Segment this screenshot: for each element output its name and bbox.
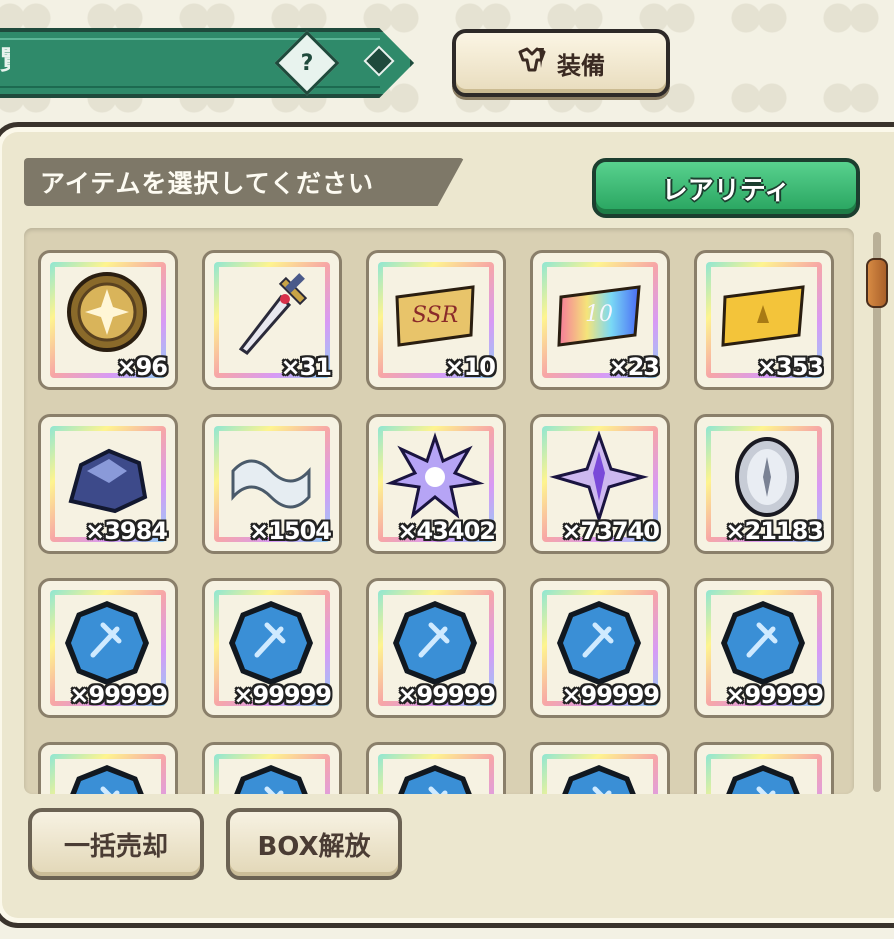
item-count: ×3984 bbox=[85, 517, 168, 545]
armor-icon bbox=[517, 46, 547, 80]
blue-gem-icon bbox=[385, 759, 485, 794]
item-count: ×31 bbox=[280, 353, 332, 381]
item-slot[interactable]: ×31 bbox=[202, 250, 342, 390]
header-banner bbox=[0, 28, 414, 98]
equip-label: 装備 bbox=[557, 51, 605, 80]
blue-gem-icon bbox=[57, 759, 157, 794]
bulk-sell-button[interactable]: 一括売却 bbox=[28, 808, 204, 880]
item-count: ×99999 bbox=[561, 681, 660, 709]
blue-gem-icon bbox=[57, 595, 157, 685]
sword-icon bbox=[221, 267, 321, 357]
item-count: ×96 bbox=[116, 353, 168, 381]
item-grid: ×96 ×31 SSR ×10 10 ×23 ×353 ×3984 ×1504 ×43402 ×73… bbox=[24, 228, 854, 794]
rarity-sort-button[interactable]: レアリティ bbox=[592, 158, 860, 218]
gold-ticket-icon bbox=[713, 267, 813, 357]
item-slot[interactable] bbox=[366, 742, 506, 794]
silver-coin-icon bbox=[713, 431, 813, 521]
item-count: ×23 bbox=[608, 353, 660, 381]
item-count: ×353 bbox=[756, 353, 824, 381]
blue-gem-icon bbox=[549, 759, 649, 794]
item-slot[interactable]: ×99999 bbox=[202, 578, 342, 718]
item-slot[interactable]: SSR ×10 bbox=[366, 250, 506, 390]
equip-button[interactable]: 装備 bbox=[452, 29, 670, 97]
item-slot[interactable]: ×3984 bbox=[38, 414, 178, 554]
header-title-fragment: 覧 bbox=[0, 40, 10, 80]
item-slot[interactable]: 10 ×23 bbox=[530, 250, 670, 390]
scrollbar-track[interactable] bbox=[873, 232, 881, 792]
item-slot[interactable] bbox=[202, 742, 342, 794]
item-count: ×99999 bbox=[233, 681, 332, 709]
item-slot[interactable]: ×99999 bbox=[530, 578, 670, 718]
rainbow-10-ticket-icon: 10 bbox=[549, 267, 649, 357]
item-slot[interactable]: ×21183 bbox=[694, 414, 834, 554]
blue-gem-icon bbox=[713, 759, 813, 794]
item-slot[interactable]: ×73740 bbox=[530, 414, 670, 554]
item-slot[interactable]: ×96 bbox=[38, 250, 178, 390]
item-count: ×10 bbox=[444, 353, 496, 381]
item-slot[interactable]: ×43402 bbox=[366, 414, 506, 554]
svg-text:SSR: SSR bbox=[412, 303, 458, 328]
scrollbar-thumb[interactable] bbox=[866, 258, 888, 308]
item-count: ×43402 bbox=[397, 517, 496, 545]
item-slot[interactable] bbox=[530, 742, 670, 794]
item-count: ×99999 bbox=[69, 681, 168, 709]
item-slot[interactable] bbox=[694, 742, 834, 794]
help-icon: ? bbox=[300, 50, 314, 76]
item-count: ×1504 bbox=[249, 517, 332, 545]
ore-icon bbox=[57, 431, 157, 521]
cloth-icon bbox=[221, 431, 321, 521]
item-slot[interactable]: ×1504 bbox=[202, 414, 342, 554]
blue-gem-icon bbox=[713, 595, 813, 685]
star-burst-crystal-icon bbox=[385, 431, 485, 521]
item-slot[interactable] bbox=[38, 742, 178, 794]
item-slot[interactable]: ×99999 bbox=[694, 578, 834, 718]
item-slot[interactable]: ×353 bbox=[694, 250, 834, 390]
ssr-ticket-icon: SSR bbox=[385, 267, 485, 357]
gold-medal-icon bbox=[57, 267, 157, 357]
item-slot[interactable]: ×99999 bbox=[366, 578, 506, 718]
item-count: ×99999 bbox=[397, 681, 496, 709]
item-count: ×21183 bbox=[725, 517, 824, 545]
instruction-text: アイテムを選択してください bbox=[40, 169, 375, 198]
item-count: ×99999 bbox=[725, 681, 824, 709]
purple-star-crystal-icon bbox=[549, 430, 649, 525]
blue-gem-icon bbox=[385, 595, 485, 685]
item-count: ×73740 bbox=[561, 517, 660, 545]
blue-gem-icon bbox=[221, 759, 321, 794]
blue-gem-icon bbox=[549, 595, 649, 685]
svg-text:10: 10 bbox=[585, 302, 613, 327]
box-release-button[interactable]: BOX解放 bbox=[226, 808, 402, 880]
blue-gem-icon bbox=[221, 595, 321, 685]
item-slot[interactable]: ×99999 bbox=[38, 578, 178, 718]
